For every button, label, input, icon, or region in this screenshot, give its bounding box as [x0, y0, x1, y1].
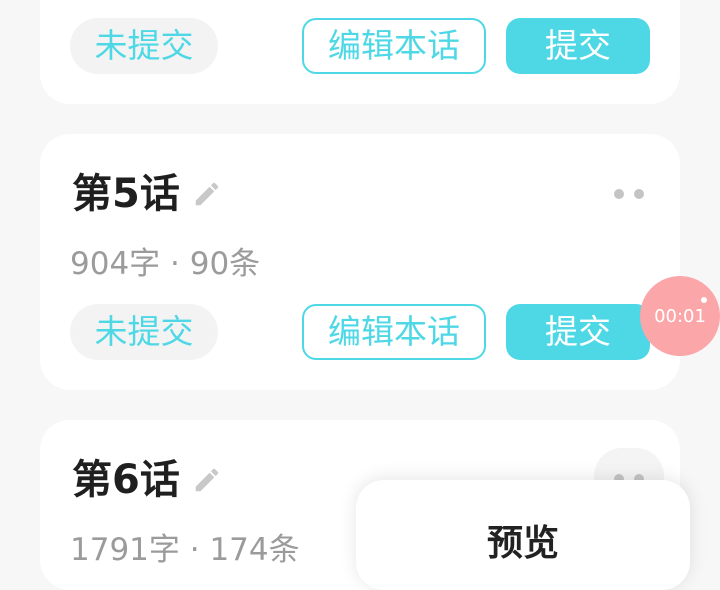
episode-card: 未提交 编辑本话 提交: [40, 0, 680, 104]
menu-item-preview[interactable]: 预览: [356, 522, 690, 566]
submit-button[interactable]: 提交: [506, 18, 650, 74]
edit-episode-button[interactable]: 编辑本话: [302, 304, 486, 360]
pencil-icon[interactable]: [192, 179, 222, 209]
episode-stats: 904字 · 90条: [70, 246, 261, 282]
pencil-icon[interactable]: [192, 465, 222, 495]
episode-action-menu: 预览: [356, 480, 690, 590]
submit-button[interactable]: 提交: [506, 304, 650, 360]
edit-episode-button[interactable]: 编辑本话: [302, 18, 486, 74]
status-badge: 未提交: [70, 304, 218, 360]
screen-recorder-bubble[interactable]: 00:01: [640, 276, 720, 356]
episode-title: 第6话: [72, 457, 180, 503]
recorder-time: 00:01: [654, 306, 706, 327]
episode-card: 第5话 904字 · 90条 未提交 编辑本话 提交: [40, 134, 680, 390]
episode-title: 第5话: [72, 171, 180, 217]
more-icon[interactable]: [608, 187, 648, 201]
recording-dot-icon: [701, 297, 707, 303]
status-badge: 未提交: [70, 18, 218, 74]
episode-stats: 1791字 · 174条: [70, 532, 300, 568]
